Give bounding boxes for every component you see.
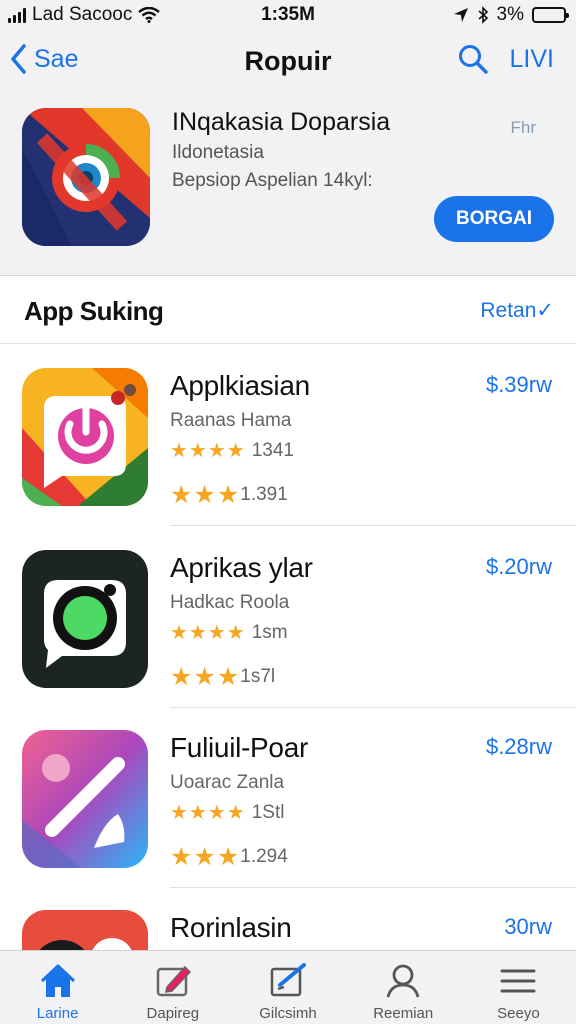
tab-label: Dapireg — [146, 1005, 200, 1022]
get-button[interactable]: BORGAI — [434, 196, 554, 242]
featured-app[interactable]: INqakasia Doparsia Ildonetasia Bepsiop A… — [0, 96, 576, 276]
app-icon — [22, 550, 148, 688]
rating-count: 1sm — [251, 621, 288, 643]
tab-bar: Larine Dapireg Gilcsimh Reemian Seeyo — [0, 950, 576, 1024]
tab-fifth[interactable]: Seeyo — [461, 951, 576, 1024]
app-developer: Uoarac Zanla — [170, 772, 285, 793]
tab-second[interactable]: Dapireg — [115, 951, 230, 1024]
tab-home[interactable]: Larine — [0, 951, 115, 1024]
rating: ★★★★ 1sm — [170, 620, 288, 645]
rating-secondary: ★★★ 1.391 — [170, 480, 288, 510]
featured-app-title: INqakasia Doparsia — [172, 108, 391, 136]
section-see-all-link[interactable]: Retan✓ — [480, 298, 554, 323]
rating-secondary: ★★★ 1.294 — [170, 842, 288, 872]
featured-app-price: Fhr — [510, 118, 537, 137]
person-icon — [386, 964, 420, 998]
app-name: Applkiasian — [170, 370, 310, 401]
app-icon — [22, 368, 148, 506]
app-icon — [22, 910, 148, 950]
menu-icon — [500, 969, 536, 993]
star-rating-icon: ★★★ — [170, 663, 241, 691]
tab-third[interactable]: Gilcsimh — [230, 951, 345, 1024]
navigation-bar: Sae Ropuir LIVI — [0, 32, 576, 96]
battery-percent: 3% — [496, 4, 524, 25]
app-price-button[interactable]: $.28rw — [486, 734, 552, 760]
app-icon — [22, 730, 148, 868]
status-bar: Lad Sacooc 1:35M 3% — [0, 0, 576, 32]
app-price-button[interactable]: $.39rw — [486, 372, 552, 398]
tab-label: Larine — [36, 1005, 79, 1022]
app-name: Fuliuil-Poar — [170, 732, 308, 763]
rating: ★★★★ 1Stl — [170, 800, 284, 825]
tab-label: Reemian — [373, 1005, 434, 1022]
section-header: App Suking Retan✓ — [0, 276, 576, 344]
rating-count-secondary: 1.391 — [240, 484, 288, 505]
battery-icon — [532, 7, 569, 23]
app-list-item[interactable]: Rorinlasin 30rw — [0, 888, 576, 950]
tab-fourth[interactable]: Reemian — [346, 951, 461, 1024]
app-price-button[interactable]: $.20rw — [486, 554, 552, 580]
bluetooth-icon — [478, 6, 488, 24]
checkbox-edit-icon — [270, 963, 306, 997]
section-title: App Suking — [24, 296, 164, 326]
tab-label: Seeyo — [497, 1005, 540, 1022]
star-rating-icon: ★★★ — [170, 843, 241, 871]
rating-count-secondary: 1s7l — [240, 666, 276, 687]
search-icon[interactable] — [458, 44, 488, 74]
location-arrow-icon — [453, 8, 468, 22]
app-name: Rorinlasin — [170, 912, 292, 943]
rating-secondary: ★★★ 1s7l — [170, 662, 275, 692]
nav-right-button[interactable]: LIVI — [510, 45, 554, 74]
featured-app-icon — [22, 108, 150, 246]
featured-app-category: Ildonetasia — [172, 142, 264, 163]
home-icon — [40, 964, 75, 997]
featured-app-description: Bepsiop Aspelian 14kyl: — [172, 170, 373, 191]
rating-count-secondary: 1.294 — [240, 846, 288, 867]
star-rating-icon: ★★★★ — [170, 440, 246, 462]
star-rating-icon: ★★★★ — [170, 802, 246, 824]
star-rating-icon: ★★★ — [170, 481, 241, 509]
rating: ★★★★ 1341 — [170, 438, 294, 463]
star-rating-icon: ★★★★ — [170, 622, 246, 644]
app-list-item[interactable]: Fuliuil-Poar Uoarac Zanla ★★★★ 1Stl ★★★ … — [0, 708, 576, 888]
tab-label: Gilcsimh — [259, 1005, 317, 1022]
nav-actions: LIVI — [458, 44, 554, 74]
pencil-box-icon — [156, 965, 191, 997]
app-list-item[interactable]: Applkiasian Raanas Hama ★★★★ 1341 ★★★ 1.… — [0, 346, 576, 526]
app-name: Aprikas ylar — [170, 552, 313, 583]
divider — [170, 525, 576, 526]
app-developer: Raanas Hama — [170, 410, 292, 431]
app-price-button[interactable]: 30rw — [504, 914, 552, 940]
app-list-item[interactable]: Aprikas ylar Hadkac Roola ★★★★ 1sm ★★★ 1… — [0, 528, 576, 708]
rating-count: 1341 — [251, 439, 294, 461]
app-developer: Hadkac Roola — [170, 592, 290, 613]
rating-count: 1Stl — [251, 801, 285, 823]
status-right: 3% — [453, 4, 569, 26]
